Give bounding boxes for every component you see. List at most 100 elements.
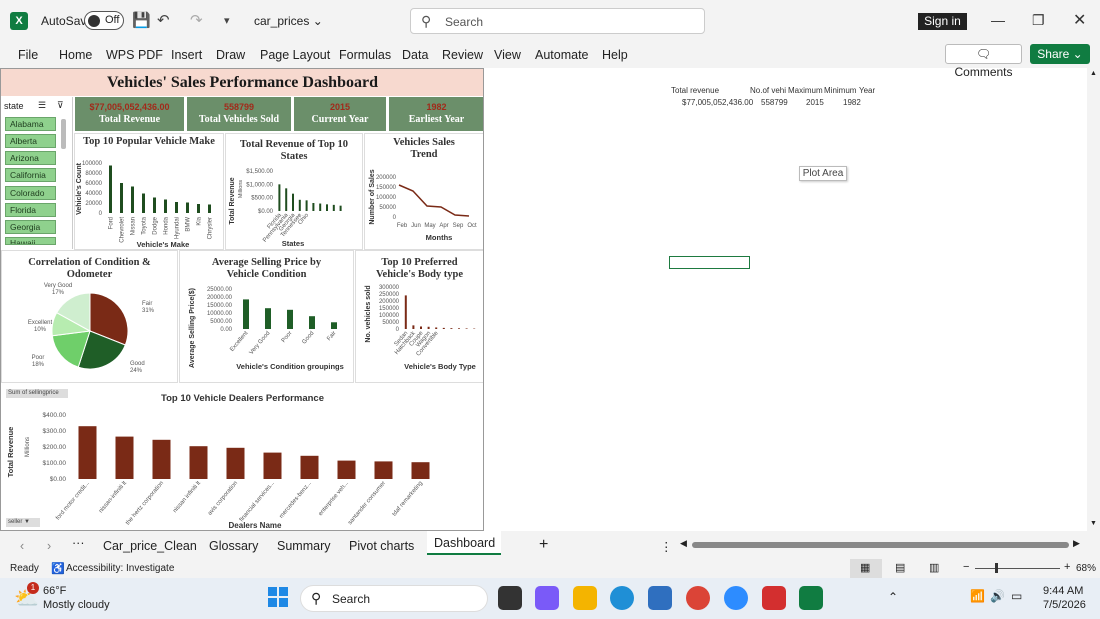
cell-maximum[interactable]: 2015 [806,98,824,107]
restore-icon[interactable]: ❐ [1032,12,1045,29]
cell-no-vehicles[interactable]: 558799 [761,98,788,107]
vertical-scrollbar[interactable]: ▲ ▼ [1087,68,1100,531]
header-maximum[interactable]: Maximum [788,86,823,95]
zoom-slider-thumb[interactable] [995,563,998,573]
more-sheets-icon[interactable]: ··· [72,536,85,550]
accessibility-status[interactable]: Accessibility: Investigate [66,563,174,574]
chart-revenue-states[interactable]: Total Revenue of Top 10 States $1,500.00… [225,133,363,250]
state-slicer[interactable]: state ☰ ⊽ Alabama Alberta Arizona Califo… [1,97,73,249]
wps-icon[interactable] [762,586,786,610]
chart-sales-trend-svg: 200000 150000 100000 50000 0Feb Jun May Apr Sep O… [369,169,477,242]
customize-toolbar-icon[interactable]: ▾ [224,14,230,27]
next-sheet-icon[interactable]: › [47,539,51,553]
slicer-item-arizona[interactable]: Arizona [5,151,56,165]
search-box[interactable]: ⚲ Search [410,8,705,34]
menu-data[interactable]: Data [402,48,428,62]
tabs-options-icon[interactable]: ⋮ [660,539,673,554]
menu-formulas[interactable]: Formulas [339,48,391,62]
slicer-item-hawaii[interactable]: Hawaii [5,237,56,245]
zoom-slider[interactable] [975,568,1060,569]
comments-button[interactable]: 🗨 Comments [945,44,1022,79]
multi-select-icon[interactable]: ☰ [38,100,46,111]
y-tick-label: $300.00 [43,428,67,435]
clock-time[interactable]: 9:44 AM [1043,585,1083,597]
prev-sheet-icon[interactable]: ‹ [20,539,24,553]
menu-review[interactable]: Review [442,48,483,62]
sign-in-button[interactable]: Sign in [918,13,967,30]
windows-start-icon[interactable] [268,587,288,607]
task-view-icon[interactable] [498,586,522,610]
chart-avg-price-condition[interactable]: Average Selling Price by Vehicle Conditi… [179,250,354,383]
slicer-item-california[interactable]: California [5,168,56,182]
page-break-view-icon[interactable]: ▥ [929,561,939,574]
zoom-level[interactable]: 68% [1076,563,1096,574]
chart-dealers[interactable]: Sum of sellingprice Top 10 Vehicle Deale… [1,384,483,530]
dashboard-panel: Vehicles' Sales Performance Dashboard st… [0,68,484,531]
y-tick-label: 200000 [376,175,397,181]
selected-cell[interactable] [669,256,750,269]
y-axis-unit: Millions [25,437,31,457]
slicer-scrollbar[interactable] [61,119,66,149]
chart-sales-trend[interactable]: Vehicles Sales Trend 200000 150000 100000 5… [364,133,483,250]
page-layout-view-icon[interactable]: ▤ [895,561,905,574]
m365-icon[interactable] [535,586,559,610]
normal-view-button[interactable]: ▦ [850,559,882,578]
seller-field-button[interactable]: seller ▼ [6,518,40,527]
file-name-dropdown[interactable]: car_prices ⌄ [254,14,323,28]
edge-icon[interactable] [610,586,634,610]
bar [152,439,171,479]
chart-body-type[interactable]: Top 10 Preferred Vehicle's Body type 300… [355,250,483,383]
slicer-item-alberta[interactable]: Alberta [5,134,56,148]
store-icon[interactable] [648,586,672,610]
menu-wps-pdf[interactable]: WPS PDF [106,48,163,62]
tab-pivot-charts[interactable]: Pivot charts [349,539,414,553]
slicer-item-alabama[interactable]: Alabama [5,117,56,131]
header-year[interactable]: Year [859,86,875,95]
cell-minimum[interactable]: 1982 [843,98,861,107]
chart-condition-odometer[interactable]: Correlation of Condition & Odometer Fair… [1,250,178,383]
menu-insert[interactable]: Insert [171,48,202,62]
volume-icon[interactable]: 🔊 [990,589,1005,603]
menu-file[interactable]: File [18,48,38,62]
clock-date[interactable]: 7/5/2026 [1043,599,1086,611]
header-total-revenue[interactable]: Total revenue [671,86,719,95]
zoom-out-icon[interactable]: − [963,561,969,573]
menu-draw[interactable]: Draw [216,48,245,62]
share-button[interactable]: Share ⌄ [1030,44,1090,64]
menu-automate[interactable]: Automate [535,48,589,62]
redo-icon[interactable]: ↷ [190,11,203,29]
slicer-item-florida[interactable]: Florida [5,203,56,217]
sum-field-button[interactable]: Sum of sellingprice [6,389,68,398]
zoom-in-icon[interactable]: + [1064,561,1070,573]
chart-popular-make[interactable]: Top 10 Popular Vehicle Make 100000 80000 6… [74,133,224,250]
tab-glossary[interactable]: Glossary [209,539,258,553]
tab-dashboard[interactable]: Dashboard [427,531,501,555]
header-minimum[interactable]: Minimum [824,86,856,95]
add-sheet-icon[interactable]: + [539,536,548,554]
minimize-icon[interactable]: — [991,12,1005,28]
battery-icon[interactable]: ▭ [1011,589,1022,603]
menu-help[interactable]: Help [602,48,628,62]
chrome-icon[interactable] [686,586,710,610]
menu-home[interactable]: Home [59,48,92,62]
excel-taskbar-icon[interactable] [799,586,823,610]
wifi-icon[interactable]: 📶 [970,589,985,603]
menu-page-layout[interactable]: Page Layout [260,48,330,62]
close-icon[interactable]: ✕ [1073,10,1086,30]
clear-filter-icon[interactable]: ⊽ [57,100,64,111]
autosave-toggle[interactable]: Off [84,11,124,30]
header-no-vehicles[interactable]: No.of vehi [750,86,786,95]
horizontal-scrollbar[interactable]: ◀ ▶ [680,538,1083,550]
undo-icon[interactable]: ↶ [157,11,170,29]
show-hidden-icons[interactable]: ⌃ [888,590,898,604]
slicer-item-georgia[interactable]: Georgia [5,220,56,234]
save-icon[interactable]: 💾 [132,11,151,29]
file-explorer-icon[interactable] [573,586,597,610]
cell-total-revenue[interactable]: $77,005,052,436.00 [682,98,753,107]
menu-view[interactable]: View [494,48,521,62]
slicer-item-colorado[interactable]: Colorado [5,186,56,200]
tab-car-price-clean[interactable]: Car_price_Clean [103,539,197,553]
zoom-icon[interactable] [724,586,748,610]
tab-summary[interactable]: Summary [277,539,330,553]
taskbar-search[interactable]: ⚲ Search [300,585,488,612]
